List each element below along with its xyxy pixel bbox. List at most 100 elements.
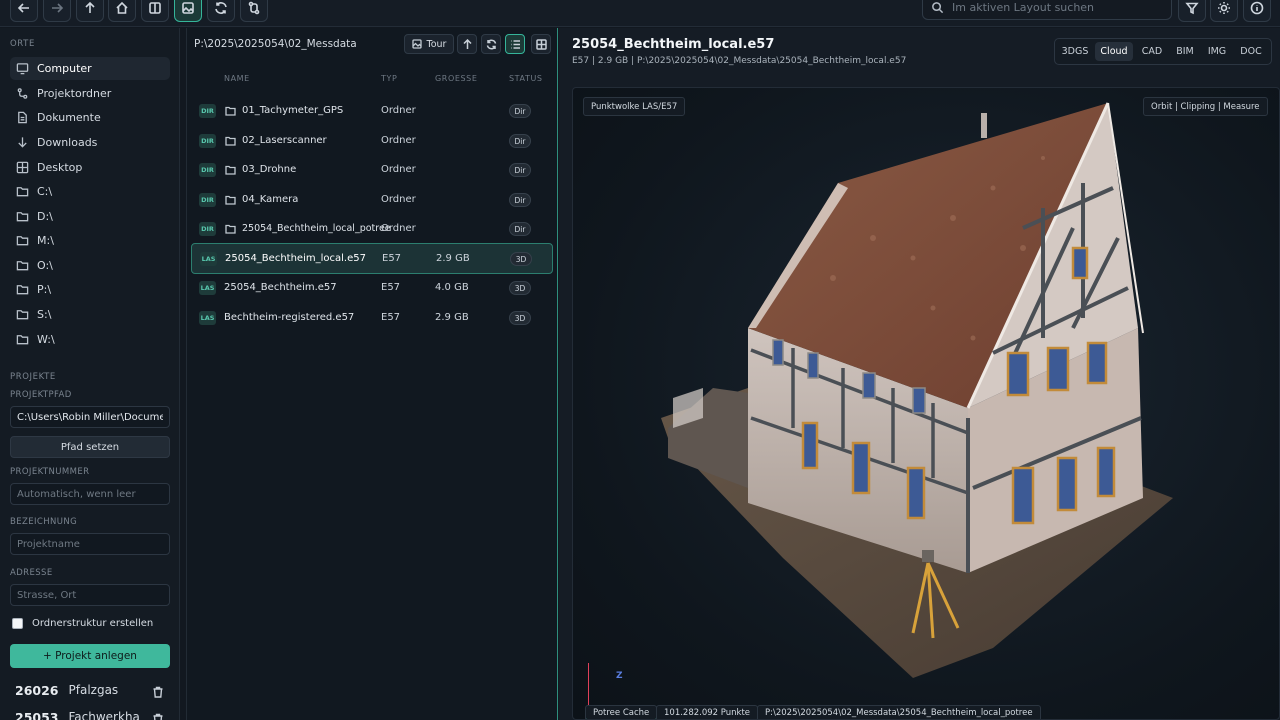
tour-button[interactable]: Tour <box>404 34 454 54</box>
parent-folder-button[interactable] <box>457 34 477 54</box>
table-row[interactable]: DIR 03_Drohne Ordner Dir <box>191 156 553 184</box>
project-item[interactable]: 25053 Fachwerkha <box>10 707 170 720</box>
point-cloud-building <box>661 102 1173 678</box>
sidebar-item-dokumente[interactable]: Dokumente <box>10 106 170 129</box>
table-row[interactable]: LAS 25054_Bechtheim.e57 E57 4.0 GB 3D <box>191 274 553 302</box>
column-header-status[interactable]: STATUS <box>509 74 543 83</box>
git-branch-icon <box>248 1 260 15</box>
file-name: 25054_Bechtheim_local_potree <box>225 223 391 234</box>
sidebar-item-desktop[interactable]: Desktop <box>10 156 170 179</box>
file-name-text: Bechtheim-registered.e57 <box>224 312 355 323</box>
tab-doc[interactable]: DOC <box>1235 42 1267 61</box>
file-name-text: 04_Kamera <box>242 194 299 205</box>
sidebar-item-projektordner[interactable]: Projektordner <box>10 82 170 105</box>
create-structure-checkbox[interactable] <box>12 618 23 629</box>
back-button[interactable] <box>10 0 38 22</box>
point-cloud-canvas[interactable]: Punktwolke LAS/E57 Orbit | Clipping | Me… <box>572 87 1280 720</box>
column-header-name[interactable]: NAME <box>224 74 250 83</box>
status-badge: 3D <box>509 311 531 325</box>
folder-icon <box>225 195 236 205</box>
folder-icon <box>225 136 236 146</box>
sidebar-item-drive-s[interactable]: S:\ <box>10 303 170 326</box>
filter-icon <box>1185 2 1199 15</box>
project-item[interactable]: 26026 Pfalzgas <box>10 680 170 700</box>
project-path-input[interactable] <box>10 406 170 428</box>
file-type: E57 <box>381 312 401 323</box>
split-view-button[interactable] <box>141 0 169 22</box>
file-type: Ordner <box>381 223 416 234</box>
info-button[interactable] <box>1243 0 1271 22</box>
file-type: Ordner <box>381 194 416 205</box>
status-badge: Dir <box>509 163 531 177</box>
sun-icon <box>1218 2 1230 14</box>
list-view-button[interactable] <box>505 34 525 54</box>
status-badge: Dir <box>509 193 531 207</box>
sidebar-item-label: D:\ <box>37 210 53 223</box>
column-header-size[interactable]: GROESSE <box>435 74 478 83</box>
sidebar-item-label: Computer <box>37 62 92 75</box>
create-project-button[interactable]: + Projekt anlegen <box>10 644 170 668</box>
home-button[interactable] <box>108 0 136 22</box>
file-name: 03_Drohne <box>225 164 296 175</box>
tab-img[interactable]: IMG <box>1203 42 1231 61</box>
sidebar-item-computer[interactable]: Computer <box>10 57 170 80</box>
sidebar-item-drive-d[interactable]: D:\ <box>10 205 170 228</box>
projects-title: PROJEKTE <box>10 372 56 382</box>
file-name: 01_Tachymeter_GPS <box>225 105 343 116</box>
create-structure-label: Ordnerstruktur erstellen <box>32 618 154 629</box>
set-path-button[interactable]: Pfad setzen <box>10 436 170 458</box>
project-name-label: BEZEICHNUNG <box>10 517 78 527</box>
download-icon <box>18 137 27 148</box>
tab-cad[interactable]: CAD <box>1137 42 1167 61</box>
viewer-tools-badge[interactable]: Orbit | Clipping | Measure <box>1143 97 1268 116</box>
address-input[interactable] <box>10 584 170 606</box>
current-path: P:\2025\2025054\02_Messdata <box>194 38 357 50</box>
table-row-selected[interactable]: LAS 25054_Bechtheim_local.e57 E57 2.9 GB… <box>191 243 553 274</box>
sync-button[interactable] <box>240 0 268 22</box>
file-type: Ordner <box>381 164 416 175</box>
file-type: Ordner <box>381 135 416 146</box>
tab-bim[interactable]: BIM <box>1171 42 1199 61</box>
folder-icon <box>16 212 29 222</box>
reload-button[interactable] <box>481 34 501 54</box>
table-row[interactable]: DIR 25054_Bechtheim_local_potree Ordner … <box>191 215 553 243</box>
arrow-up-icon <box>462 38 472 49</box>
grid-view-button[interactable] <box>531 34 551 54</box>
project-name-input[interactable] <box>10 533 170 555</box>
sidebar-item-downloads[interactable]: Downloads <box>10 131 170 154</box>
forward-button[interactable] <box>43 0 71 22</box>
sidebar-item-drive-w[interactable]: W:\ <box>10 328 170 351</box>
tab-3dgs[interactable]: 3DGS <box>1059 42 1091 61</box>
sidebar-item-label: O:\ <box>37 259 53 272</box>
search-input[interactable] <box>952 0 1162 14</box>
sidebar-item-label: Downloads <box>37 136 98 149</box>
sidebar-item-label: P:\ <box>37 283 52 296</box>
tab-cloud[interactable]: Cloud <box>1095 42 1133 61</box>
file-type-tag: LAS <box>200 252 217 266</box>
project-folder-icon <box>17 88 28 99</box>
project-number-input[interactable] <box>10 483 170 505</box>
axis-z-label: Z <box>616 671 623 681</box>
delete-project-button[interactable] <box>152 710 164 720</box>
refresh-button[interactable] <box>207 0 235 22</box>
table-row[interactable]: DIR 02_Laserscanner Ordner Dir <box>191 127 553 155</box>
create-structure-option[interactable]: Ordnerstruktur erstellen <box>12 618 153 629</box>
theme-button[interactable] <box>1210 0 1238 22</box>
sidebar-item-drive-p[interactable]: P:\ <box>10 278 170 301</box>
table-row[interactable]: DIR 04_Kamera Ordner Dir <box>191 186 553 214</box>
sidebar-item-drive-o[interactable]: O:\ <box>10 254 170 277</box>
info-icon <box>1250 1 1264 15</box>
filter-button[interactable] <box>1178 0 1206 22</box>
image-view-button[interactable] <box>174 0 202 22</box>
refresh-icon <box>215 2 227 14</box>
up-button[interactable] <box>76 0 104 22</box>
column-header-type[interactable]: TYP <box>381 74 397 83</box>
table-row[interactable]: DIR 01_Tachymeter_GPS Ordner Dir <box>191 97 553 125</box>
layout-search[interactable] <box>922 0 1172 20</box>
project-number: 26026 <box>15 682 59 698</box>
sidebar-item-drive-m[interactable]: M:\ <box>10 229 170 252</box>
table-row[interactable]: LAS Bechtheim-registered.e57 E57 2.9 GB … <box>191 304 553 332</box>
image-icon <box>411 39 422 49</box>
sidebar-item-drive-c[interactable]: C:\ <box>10 180 170 203</box>
delete-project-button[interactable] <box>152 683 164 698</box>
